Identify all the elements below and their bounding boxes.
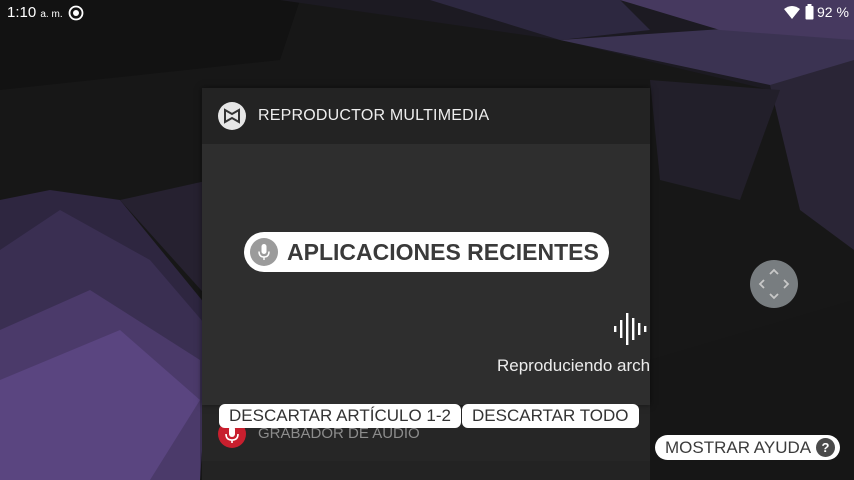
recent-card-title: REPRODUCTOR MULTIMEDIA <box>258 107 490 124</box>
battery-icon <box>805 4 814 20</box>
wifi-icon <box>784 6 800 19</box>
arrows-icon <box>758 268 790 300</box>
playing-status-text: Reproduciendo arch <box>497 356 650 375</box>
sync-icon <box>68 5 84 21</box>
help-icon: ? <box>816 438 835 457</box>
voice-label-text: APLICACIONES RECIENTES <box>287 239 599 265</box>
voice-label-recent-apps: APLICACIONES RECIENTES <box>244 232 609 272</box>
show-help-label: MOSTRAR AYUDA <box>665 438 812 457</box>
sound-wave-icon <box>614 313 647 345</box>
clock: 1:10 a. m. <box>7 4 63 21</box>
recent-card-header: REPRODUCTOR MULTIMEDIA <box>202 88 650 144</box>
navigation-arrows-button[interactable] <box>750 260 798 308</box>
battery-percent: 92 % <box>817 4 849 20</box>
show-help-button[interactable]: MOSTRAR AYUDA ? <box>655 435 840 460</box>
status-bar: 1:10 a. m. 92 % <box>0 0 854 26</box>
clock-ampm: a. m. <box>40 9 63 20</box>
clock-time: 1:10 <box>7 4 37 21</box>
dismiss-item-button[interactable]: DESCARTAR ARTÍCULO 1-2 <box>219 404 462 428</box>
dismiss-all-button[interactable]: DESCARTAR TODO <box>462 404 639 428</box>
mic-icon <box>250 238 278 266</box>
media-player-icon <box>218 102 246 130</box>
